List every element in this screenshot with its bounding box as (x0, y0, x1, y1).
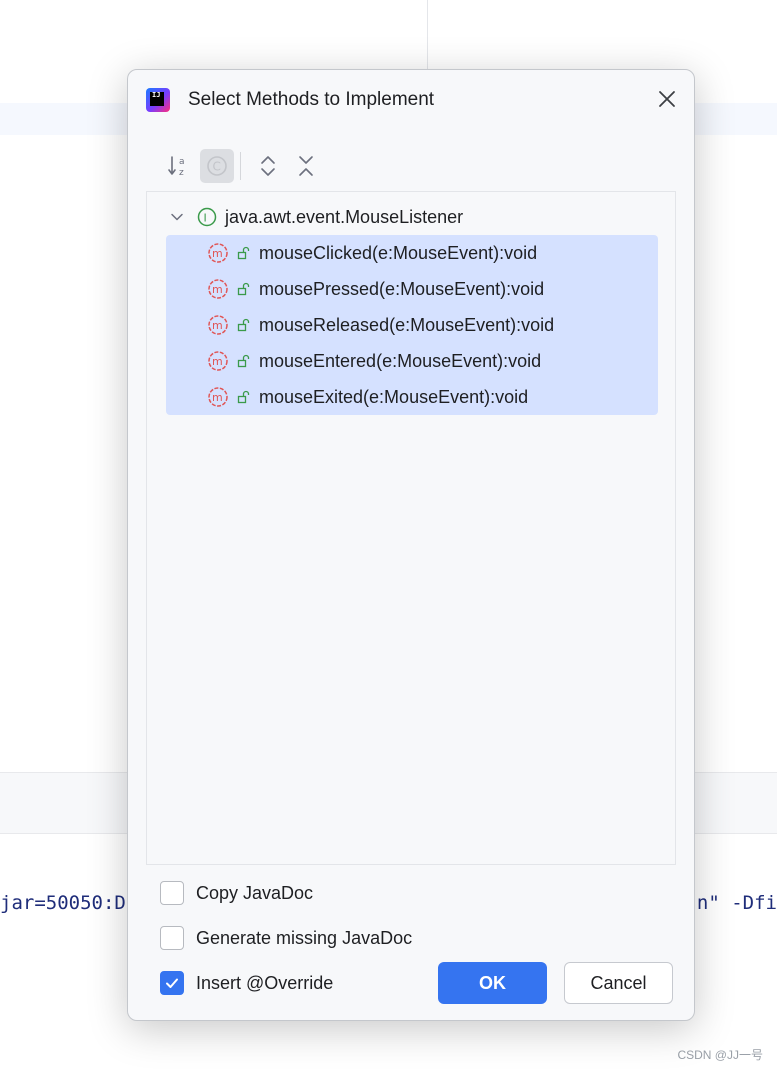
list-item[interactable]: m mouseReleased(e:MouseEvent):void (207, 307, 554, 343)
method-icon: m (208, 243, 228, 263)
interface-icon: I (197, 207, 217, 227)
interface-icon-letter: I (204, 212, 207, 225)
unlock-icon (237, 246, 250, 260)
insert-override-option[interactable]: Insert @Override (160, 970, 333, 996)
editor-divider (427, 0, 428, 70)
ok-button[interactable]: OK (438, 962, 547, 1004)
sort-alphabetically-icon: a z (168, 156, 185, 178)
unlock-icon (237, 354, 250, 368)
interface-label: java.awt.event.MouseListener (225, 206, 464, 227)
generate-missing-javadoc-option[interactable]: Generate missing JavaDoc (160, 925, 412, 951)
collapse-all-icon (299, 156, 313, 176)
insert-override-checkbox[interactable] (160, 971, 184, 995)
copy-javadoc-label: Copy JavaDoc (196, 882, 314, 903)
method-icon: m (208, 279, 228, 299)
method-label: mouseEntered(e:MouseEvent):void (259, 350, 542, 371)
unlock-icon (237, 318, 250, 332)
logo-text: IJ (152, 91, 161, 99)
console-text-left: jar=50050:D (0, 892, 126, 914)
collapse-all-button[interactable] (289, 149, 323, 183)
list-item[interactable]: m mousePressed(e:MouseEvent):void (207, 271, 544, 307)
method-label: mouseReleased(e:MouseEvent):void (259, 314, 555, 335)
copy-javadoc-checkbox[interactable] (160, 881, 184, 905)
console-text-right: n" -Dfi (696, 892, 777, 914)
svg-text:m: m (212, 247, 223, 260)
checkmark-icon (166, 978, 178, 988)
methods-tree[interactable]: I java.awt.event.MouseListener m mouseCl… (146, 191, 676, 865)
method-icon: m (208, 387, 228, 407)
svg-text:m: m (212, 283, 223, 296)
method-icon: m (208, 351, 228, 371)
intellij-logo-icon: IJ (146, 88, 170, 112)
svg-text:z: z (179, 168, 184, 178)
expand-all-button[interactable] (251, 149, 285, 183)
close-icon (659, 91, 675, 107)
tree-node-interface[interactable]: I java.awt.event.MouseListener (169, 204, 463, 230)
svg-text:a: a (179, 157, 185, 167)
method-label: mouseExited(e:MouseEvent):void (259, 386, 529, 407)
svg-text:m: m (212, 319, 223, 332)
expand-all-icon (261, 156, 275, 176)
cancel-button[interactable]: Cancel (564, 962, 673, 1004)
watermark: CSDN @JJ一号 (677, 1048, 763, 1062)
select-methods-dialog: IJ Select Methods to Implement a z C I j… (127, 69, 695, 1021)
list-item[interactable]: m mouseExited(e:MouseEvent):void (207, 379, 528, 415)
close-button[interactable] (654, 86, 680, 112)
svg-text:m: m (212, 391, 223, 404)
method-label: mouseClicked(e:MouseEvent):void (259, 242, 538, 263)
chevron-down-icon[interactable] (169, 209, 185, 225)
unlock-icon (237, 282, 250, 296)
copy-javadoc-option[interactable]: Copy JavaDoc (160, 880, 313, 906)
list-item[interactable]: m mouseClicked(e:MouseEvent):void (207, 235, 537, 271)
toolbar-separator (240, 152, 241, 180)
method-icon: m (208, 315, 228, 335)
generate-missing-javadoc-label: Generate missing JavaDoc (196, 927, 413, 948)
show-classes-button[interactable]: C (200, 149, 234, 183)
insert-override-label: Insert @Override (196, 972, 334, 993)
list-item[interactable]: m mouseEntered(e:MouseEvent):void (207, 343, 541, 379)
dialog-title: Select Methods to Implement (188, 89, 435, 110)
dialog-header: IJ Select Methods to Implement (146, 86, 434, 114)
svg-text:m: m (212, 355, 223, 368)
generate-missing-javadoc-checkbox[interactable] (160, 926, 184, 950)
unlock-icon (237, 390, 250, 404)
ide-background: jar=50050:D n" -Dfi CSDN @JJ一号 IJ Select… (0, 0, 777, 1069)
toolbar: a z C (162, 148, 327, 184)
method-label: mousePressed(e:MouseEvent):void (259, 278, 545, 299)
svg-text:C: C (213, 160, 221, 174)
sort-alphabetically-button[interactable]: a z (162, 149, 196, 183)
show-classes-icon: C (207, 156, 227, 176)
